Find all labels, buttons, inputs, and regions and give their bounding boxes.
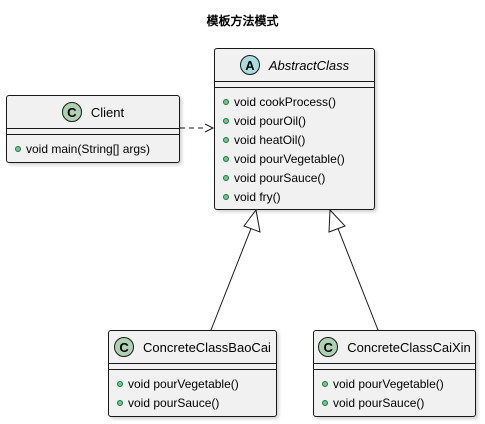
public-method-icon xyxy=(223,155,229,162)
method: void cookProcess() xyxy=(215,93,374,112)
dependency-arrowhead xyxy=(204,123,215,133)
public-method-icon xyxy=(15,145,21,152)
method: void main(String[] args) xyxy=(7,140,179,159)
method: void pourOil() xyxy=(215,112,374,131)
method: void pourSauce() xyxy=(215,169,374,188)
method: void fry() xyxy=(215,188,374,207)
methods-section: void main(String[] args) xyxy=(7,135,179,163)
abstract-stereotype-icon: A xyxy=(239,55,260,75)
class-stereotype-icon: C xyxy=(114,337,135,357)
method: void pourSauce() xyxy=(314,394,475,413)
public-method-icon xyxy=(223,98,229,105)
class-concrete-baocai[interactable]: C ConcreteClassBaoCai void pourVegetable… xyxy=(108,330,277,417)
class-header: C Client xyxy=(7,96,179,129)
public-method-icon xyxy=(322,399,328,406)
class-name: ConcreteClassBaoCai xyxy=(143,339,271,355)
inheritance-line-baocai xyxy=(210,225,253,331)
class-header: A AbstractClass xyxy=(215,49,374,82)
public-method-icon xyxy=(117,399,123,406)
class-concrete-caixin[interactable]: C ConcreteClassCaiXin void pourVegetable… xyxy=(313,330,476,417)
method: void pourVegetable() xyxy=(109,375,276,394)
class-client[interactable]: C Client void main(String[] args) xyxy=(6,95,180,163)
methods-section: void pourVegetable() void pourSauce() xyxy=(314,370,475,417)
inheritance-triangle-baocai xyxy=(243,208,261,233)
public-method-icon xyxy=(223,136,229,143)
methods-section: void cookProcess() void pourOil() void h… xyxy=(215,88,374,211)
method: void heatOil() xyxy=(215,131,374,150)
public-method-icon xyxy=(223,174,229,181)
class-header: C ConcreteClassBaoCai xyxy=(109,331,276,364)
inheritance-line-caixin xyxy=(336,225,379,331)
public-method-icon xyxy=(322,380,328,387)
class-name: AbstractClass xyxy=(268,57,350,73)
class-abstract[interactable]: A AbstractClass void cookProcess() void … xyxy=(214,48,375,210)
class-stereotype-icon: C xyxy=(61,102,82,122)
class-name: Client xyxy=(90,104,125,120)
methods-section: void pourVegetable() void pourSauce() xyxy=(109,370,276,417)
method: void pourVegetable() xyxy=(314,375,475,394)
public-method-icon xyxy=(117,380,123,387)
inheritance-triangle-caixin xyxy=(328,208,346,233)
class-header: C ConcreteClassCaiXin xyxy=(314,331,475,364)
class-stereotype-icon: C xyxy=(318,337,339,357)
method: void pourSauce() xyxy=(109,394,276,413)
class-name: ConcreteClassCaiXin xyxy=(347,339,471,355)
method: void pourVegetable() xyxy=(215,150,374,169)
public-method-icon xyxy=(223,117,229,124)
public-method-icon xyxy=(223,193,229,200)
